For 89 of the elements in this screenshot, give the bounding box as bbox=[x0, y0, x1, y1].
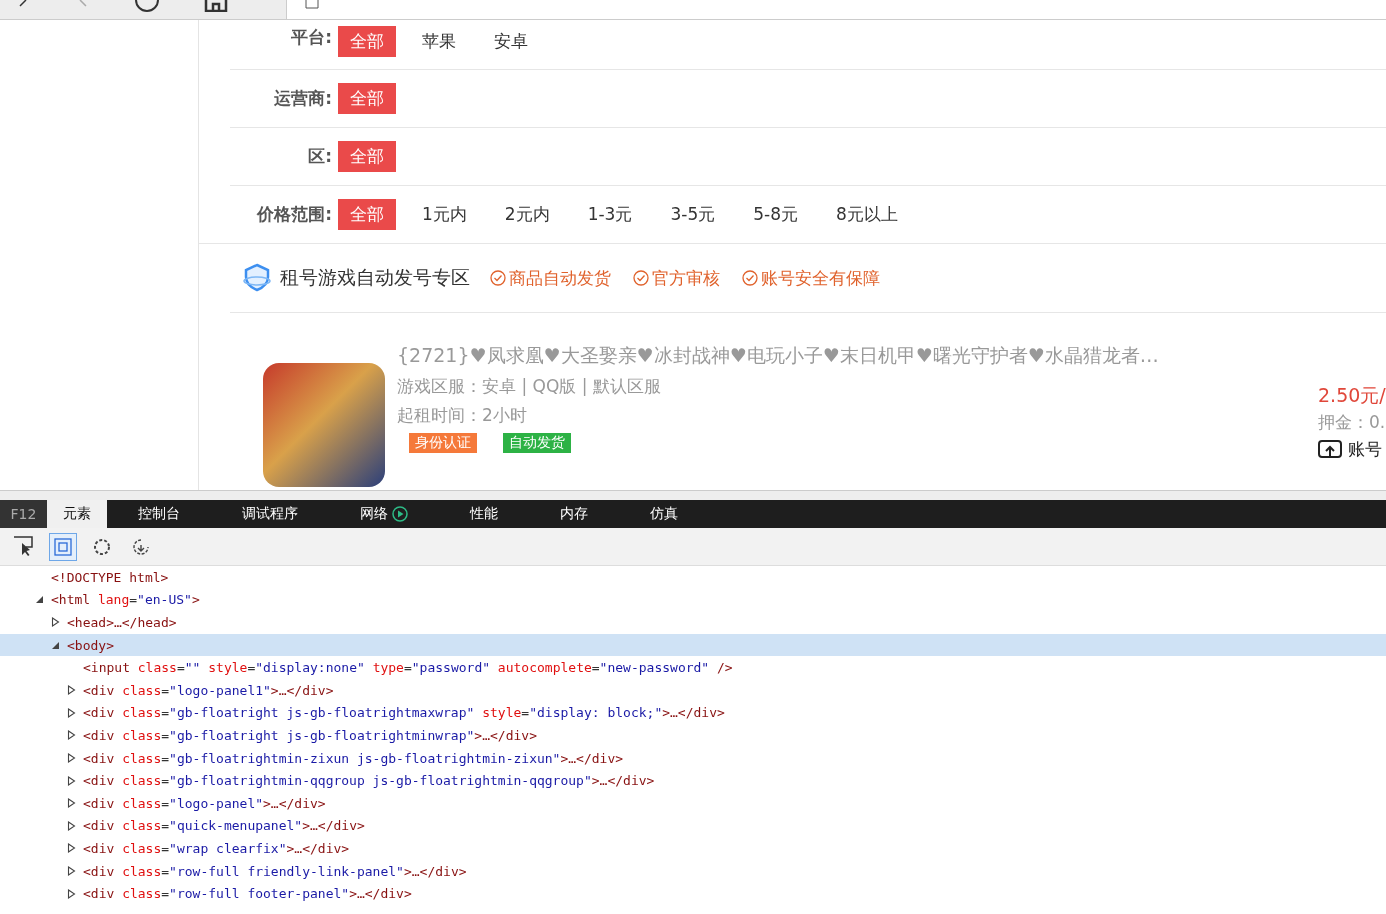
collapsed-arrow-icon[interactable] bbox=[67, 730, 76, 741]
check-circle-icon bbox=[490, 270, 506, 286]
collapsed-arrow-icon[interactable] bbox=[67, 798, 76, 809]
zone-title: 租号游戏自动发号专区 bbox=[280, 265, 470, 290]
code-text: <div class="logo-panel">…</div> bbox=[83, 795, 326, 811]
collapsed-arrow-icon[interactable] bbox=[67, 707, 76, 718]
expanded-arrow-icon[interactable] bbox=[35, 595, 44, 605]
filter-label: 平台: bbox=[290, 26, 332, 49]
select-element-icon bbox=[13, 535, 35, 558]
feature-label: 商品自动发货 bbox=[509, 266, 611, 290]
filter-label: 运营商: bbox=[273, 87, 332, 110]
collapsed-arrow-icon[interactable] bbox=[51, 617, 60, 628]
collapsed-arrow-icon[interactable] bbox=[67, 775, 76, 786]
filter-option[interactable]: 3-5元 bbox=[658, 199, 728, 230]
code-text: <body> bbox=[67, 637, 114, 653]
filter-option[interactable]: 5-8元 bbox=[741, 199, 810, 230]
dom-node-line[interactable]: <div class="logo-panel1">…</div> bbox=[0, 678, 1386, 702]
dom-node-line[interactable]: <html lang="en-US"> bbox=[0, 588, 1386, 612]
code-text: <div class="logo-panel1">…</div> bbox=[83, 682, 334, 698]
filter-option[interactable]: 2元内 bbox=[492, 199, 562, 230]
code-text: <div class="gb-floatright js-gb-floatrightmaxwrap" style="display: block;">…</div> bbox=[83, 705, 725, 721]
feature-label: 官方审核 bbox=[652, 266, 720, 290]
filter-option[interactable]: 全部 bbox=[338, 141, 396, 172]
code-text: <div class="row-full friendly-link-panel">…</div> bbox=[83, 863, 467, 879]
devtools-tab[interactable]: 性能 bbox=[439, 500, 529, 528]
filter-option[interactable]: 安卓 bbox=[482, 26, 540, 57]
code-text: <input class="" style="display:none" type="password" autocomplete="new-password" /> bbox=[83, 660, 733, 676]
price-text: 2.50元/ bbox=[1318, 383, 1386, 408]
collapsed-arrow-icon[interactable] bbox=[67, 753, 76, 764]
collapsed-arrow-icon[interactable] bbox=[67, 888, 76, 899]
box-model-icon bbox=[52, 535, 74, 558]
expanded-arrow-icon[interactable] bbox=[51, 640, 60, 650]
feature-label: 账号安全有保障 bbox=[761, 266, 880, 290]
refresh-icon[interactable] bbox=[134, 0, 160, 12]
code-text: <!DOCTYPE html> bbox=[51, 569, 169, 585]
page-icon bbox=[305, 0, 319, 9]
dom-node-line[interactable]: <!DOCTYPE html> bbox=[0, 566, 1386, 589]
devtools-label: F12 bbox=[0, 500, 47, 528]
devtools-tab[interactable]: 元素 bbox=[47, 500, 107, 528]
account-label: 账号 bbox=[1348, 438, 1382, 461]
dom-node-line[interactable]: <div class="gb-floatright js-gb-floatrightminwrap">…</div> bbox=[0, 724, 1386, 747]
filter-label: 区: bbox=[307, 145, 332, 168]
dom-node-line[interactable]: <div class="wrap clearfix">…</div> bbox=[0, 837, 1386, 860]
splitter-handle[interactable] bbox=[0, 490, 1386, 500]
collapsed-arrow-icon[interactable] bbox=[67, 685, 76, 696]
check-circle-icon bbox=[742, 270, 758, 286]
dom-node-line[interactable]: <div class="gb-floatrightmin-qqgroup js-gb-floatrightmin-qqgroup">…</div> bbox=[0, 769, 1386, 792]
collapsed-arrow-icon[interactable] bbox=[67, 843, 76, 854]
filter-label: 价格范围: bbox=[255, 203, 332, 226]
upload-icon bbox=[1318, 440, 1342, 459]
dom-node-line[interactable]: <div class="gb-floatrightmin-zixun js-gb-floatrightmin-zixun">…</div> bbox=[0, 746, 1386, 770]
rental-time: 起租时间：2小时 bbox=[397, 404, 528, 427]
filter-option[interactable]: 全部 bbox=[338, 26, 396, 57]
dom-node-line[interactable]: <head>…</head> bbox=[0, 611, 1386, 634]
dom-node-line[interactable]: <div class="gb-floatright js-gb-floatrightmaxwrap" style="display: block;">…</div> bbox=[0, 701, 1386, 725]
deposit-text: 押金：0. bbox=[1318, 411, 1386, 434]
server-info: 游戏区服：安卓 | QQ版 | 默认区服 bbox=[397, 375, 662, 398]
dom-node-line[interactable]: <div class="row-full footer-panel">…</div> bbox=[0, 882, 1386, 905]
devtools-tab[interactable]: 内存 bbox=[529, 500, 619, 528]
code-text: <div class="gb-floatrightmin-zixun js-gb-floatrightmin-zixun">…</div> bbox=[83, 750, 624, 766]
filter-option[interactable]: 8元以上 bbox=[824, 199, 910, 230]
code-text: <div class="gb-floatright js-gb-floatrightminwrap">…</div> bbox=[83, 727, 537, 743]
filter-option[interactable]: 1-3元 bbox=[575, 199, 645, 230]
dom-node-line[interactable]: <div class="row-full friendly-link-panel">…</div> bbox=[0, 859, 1386, 883]
tag-label: 自动发货 bbox=[503, 433, 571, 453]
check-circle-icon bbox=[633, 270, 649, 286]
code-text: <div class="row-full footer-panel">…</div> bbox=[83, 886, 412, 902]
collapsed-arrow-icon[interactable] bbox=[67, 866, 76, 876]
code-text: <head>…</head> bbox=[67, 615, 177, 630]
shield-icon bbox=[242, 263, 272, 293]
code-text: <div class="quick-menupanel">…</div> bbox=[83, 818, 365, 834]
collapsed-arrow-icon[interactable] bbox=[67, 820, 76, 831]
code-text: <div class="gb-floatrightmin-qqgroup js-gb-floatrightmin-qqgroup">…</div> bbox=[83, 773, 655, 789]
tag-label: 身份认证 bbox=[409, 433, 477, 453]
filter-option[interactable]: 苹果 bbox=[410, 26, 468, 57]
dom-node-line[interactable]: <input class="" style="display:none" type="password" autocomplete="new-password" /> bbox=[0, 656, 1386, 679]
devtools-tab[interactable]: 网络 bbox=[329, 500, 439, 528]
play-icon bbox=[392, 506, 408, 522]
devtools-tab[interactable]: 调试程序 bbox=[211, 500, 329, 528]
devtools-tab[interactable]: 仿真 bbox=[619, 500, 709, 528]
devtools-tab[interactable]: 控制台 bbox=[107, 500, 211, 528]
dom-node-line[interactable]: <div class="logo-panel">…</div> bbox=[0, 791, 1386, 815]
home-icon[interactable] bbox=[204, 0, 228, 12]
filter-option[interactable]: 全部 bbox=[338, 199, 396, 230]
code-text: <div class="wrap clearfix">…</div> bbox=[83, 840, 350, 856]
dom-node-line[interactable]: <div class="quick-menupanel">…</div> bbox=[0, 814, 1386, 838]
code-text: <html lang="en-US"> bbox=[51, 592, 200, 608]
filter-option[interactable]: 1元内 bbox=[410, 199, 479, 230]
filter-option[interactable]: 全部 bbox=[338, 83, 396, 114]
